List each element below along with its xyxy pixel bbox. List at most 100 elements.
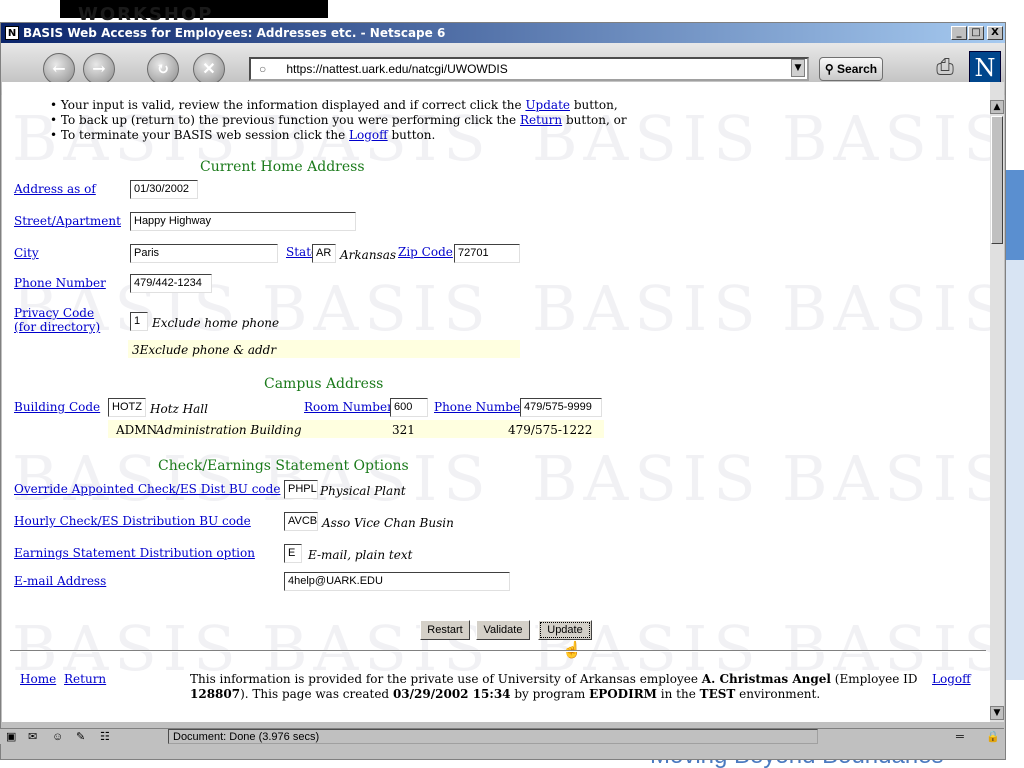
page-content: BASIS BASIS BASIS BASIS BASIS BASIS BASI…	[2, 82, 990, 722]
city-field[interactable]: Paris	[130, 244, 278, 263]
environment-name: TEST	[699, 687, 736, 701]
address-book-icon[interactable]: ☷	[100, 730, 110, 744]
email-label[interactable]: E-mail Address	[14, 574, 106, 588]
instruction-return: • To back up (return to) the previous fu…	[50, 113, 627, 127]
minimize-button[interactable]: _	[951, 26, 967, 40]
alt-room: 321	[392, 423, 415, 437]
reload-icon[interactable]: ↻	[147, 53, 179, 85]
url-dropdown-icon[interactable]: ▼	[791, 59, 805, 77]
watermark: BASIS	[12, 442, 242, 515]
privacy-directory-label[interactable]: (for directory)	[14, 320, 100, 334]
zip-label[interactable]: Zip Code	[398, 245, 453, 259]
home-link[interactable]: Home	[20, 672, 56, 686]
override-bu-field[interactable]: PHPL	[284, 480, 318, 499]
state-name: Arkansas	[340, 248, 397, 262]
forward-arrow-icon[interactable]: →	[83, 53, 115, 85]
logoff-link[interactable]: Logoff	[349, 128, 388, 142]
address-as-of-label[interactable]: Address as of	[14, 182, 96, 196]
status-text: Document: Done (3.976 secs)	[168, 729, 818, 744]
street-field[interactable]: Happy Highway	[130, 212, 356, 231]
home-address-heading: Current Home Address	[200, 159, 365, 175]
slide-side-band	[1004, 170, 1024, 260]
logoff-footer-link[interactable]: Logoff	[932, 672, 971, 686]
watermark: BASIS	[532, 272, 762, 345]
override-bu-label[interactable]: Override Appointed Check/ES Dist BU code	[14, 482, 280, 496]
override-bu-desc: Physical Plant	[320, 484, 406, 498]
validate-button[interactable]: Validate	[476, 620, 530, 640]
earnings-option-label[interactable]: Earnings Statement Distribution option	[14, 546, 255, 560]
alt-phone: 479/575-1222	[508, 423, 593, 437]
instruction-logoff: • To terminate your BASIS web session cl…	[50, 128, 436, 142]
privacy-code-field[interactable]: 1	[130, 312, 148, 331]
room-number-label[interactable]: Room Number	[304, 400, 393, 414]
composer-icon[interactable]: ✎	[76, 730, 85, 744]
footer-divider	[10, 650, 986, 652]
hourly-bu-label[interactable]: Hourly Check/ES Distribution BU code	[14, 514, 251, 528]
email-field[interactable]: 4help@UARK.EDU	[284, 572, 510, 591]
scroll-down-icon[interactable]: ▼	[990, 706, 1004, 720]
title-bar: N BASIS Web Access for Employees: Addres…	[1, 23, 1005, 43]
url-field[interactable]: ○ https://nattest.uark.edu/natcgi/UWOWDI…	[249, 57, 809, 81]
room-number-field[interactable]: 600	[390, 398, 428, 417]
building-name: Hotz Hall	[150, 402, 208, 416]
netscape-app-icon: N	[5, 26, 19, 40]
privacy-code-desc: Exclude home phone	[152, 316, 280, 330]
phone-label[interactable]: Phone Number	[14, 276, 106, 290]
window-title: BASIS Web Access for Employees: Addresse…	[23, 26, 446, 40]
check-options-heading: Check/Earnings Statement Options	[158, 458, 409, 474]
building-code-label[interactable]: Building Code	[14, 400, 100, 414]
state-field[interactable]: AR	[312, 244, 336, 263]
maximize-button[interactable]: □	[968, 26, 984, 40]
watermark: BASIS	[262, 272, 492, 345]
zip-field[interactable]: 72701	[454, 244, 520, 263]
instant-messenger-icon[interactable]: ☺	[52, 730, 63, 744]
campus-address-heading: Campus Address	[264, 376, 384, 392]
campus-phone-field[interactable]: 479/575-9999	[520, 398, 602, 417]
phone-field[interactable]: 479/442-1234	[130, 274, 212, 293]
print-icon[interactable]: ⎙	[927, 55, 963, 85]
alt-building-name: Administration Building	[156, 423, 302, 437]
earnings-option-desc: E-mail, plain text	[308, 548, 413, 562]
search-button[interactable]: ⚲ Search	[819, 57, 883, 81]
instruction-update: • Your input is valid, review the inform…	[50, 98, 618, 112]
watermark: BASIS	[532, 442, 762, 515]
alt-building-code: ADMN	[116, 423, 158, 437]
watermark: BASIS	[782, 102, 990, 175]
mail-icon[interactable]: ✉	[28, 730, 37, 744]
program-name: EPODIRM	[589, 687, 657, 701]
hourly-bu-desc: Asso Vice Chan Busin	[322, 516, 454, 530]
update-button[interactable]: Update	[538, 620, 592, 640]
footer-info-line1: This information is provided for the pri…	[190, 672, 918, 686]
employee-name: A. Christmas Angel	[701, 672, 831, 686]
return-link[interactable]: Return	[520, 113, 562, 127]
update-link[interactable]: Update	[525, 98, 570, 112]
watermark: BASIS	[782, 272, 990, 345]
restart-button[interactable]: Restart	[420, 620, 470, 640]
hourly-bu-field[interactable]: AVCB	[284, 512, 318, 531]
building-code-field[interactable]: HOTZ	[108, 398, 146, 417]
street-label[interactable]: Street/Apartment	[14, 214, 121, 228]
earnings-option-field[interactable]: E	[284, 544, 302, 563]
back-arrow-icon[interactable]: ←	[43, 53, 75, 85]
connection-icon: ═	[956, 731, 964, 743]
stop-icon[interactable]: ✕	[193, 53, 225, 85]
campus-phone-label[interactable]: Phone Number	[434, 400, 526, 414]
navigator-icon[interactable]: ▣	[6, 730, 16, 744]
security-lock-icon: 🔒	[986, 731, 1000, 743]
netscape-logo[interactable]: N	[969, 51, 1001, 83]
watermark: BASIS	[782, 442, 990, 515]
scroll-up-icon[interactable]: ▲	[990, 100, 1004, 114]
employee-id: 128807	[190, 687, 241, 701]
created-timestamp: 03/29/2002 15:34	[392, 687, 511, 701]
privacy-code-label[interactable]: Privacy Code	[14, 306, 94, 320]
status-bar: ▣ ✉ ☺ ✎ ☷ Document: Done (3.976 secs) ═ …	[0, 728, 1004, 744]
city-label[interactable]: City	[14, 246, 39, 260]
lock-icon: ○	[259, 62, 267, 76]
privacy-alt-value: 3Exclude phone & addr	[132, 343, 277, 357]
address-as-of-field[interactable]: 01/30/2002	[130, 180, 198, 199]
close-button[interactable]: X	[987, 26, 1003, 40]
search-icon: ⚲	[824, 62, 834, 76]
scroll-thumb[interactable]	[991, 116, 1003, 244]
return-footer-link[interactable]: Return	[64, 672, 106, 686]
slide-side-band-light	[1004, 260, 1024, 680]
